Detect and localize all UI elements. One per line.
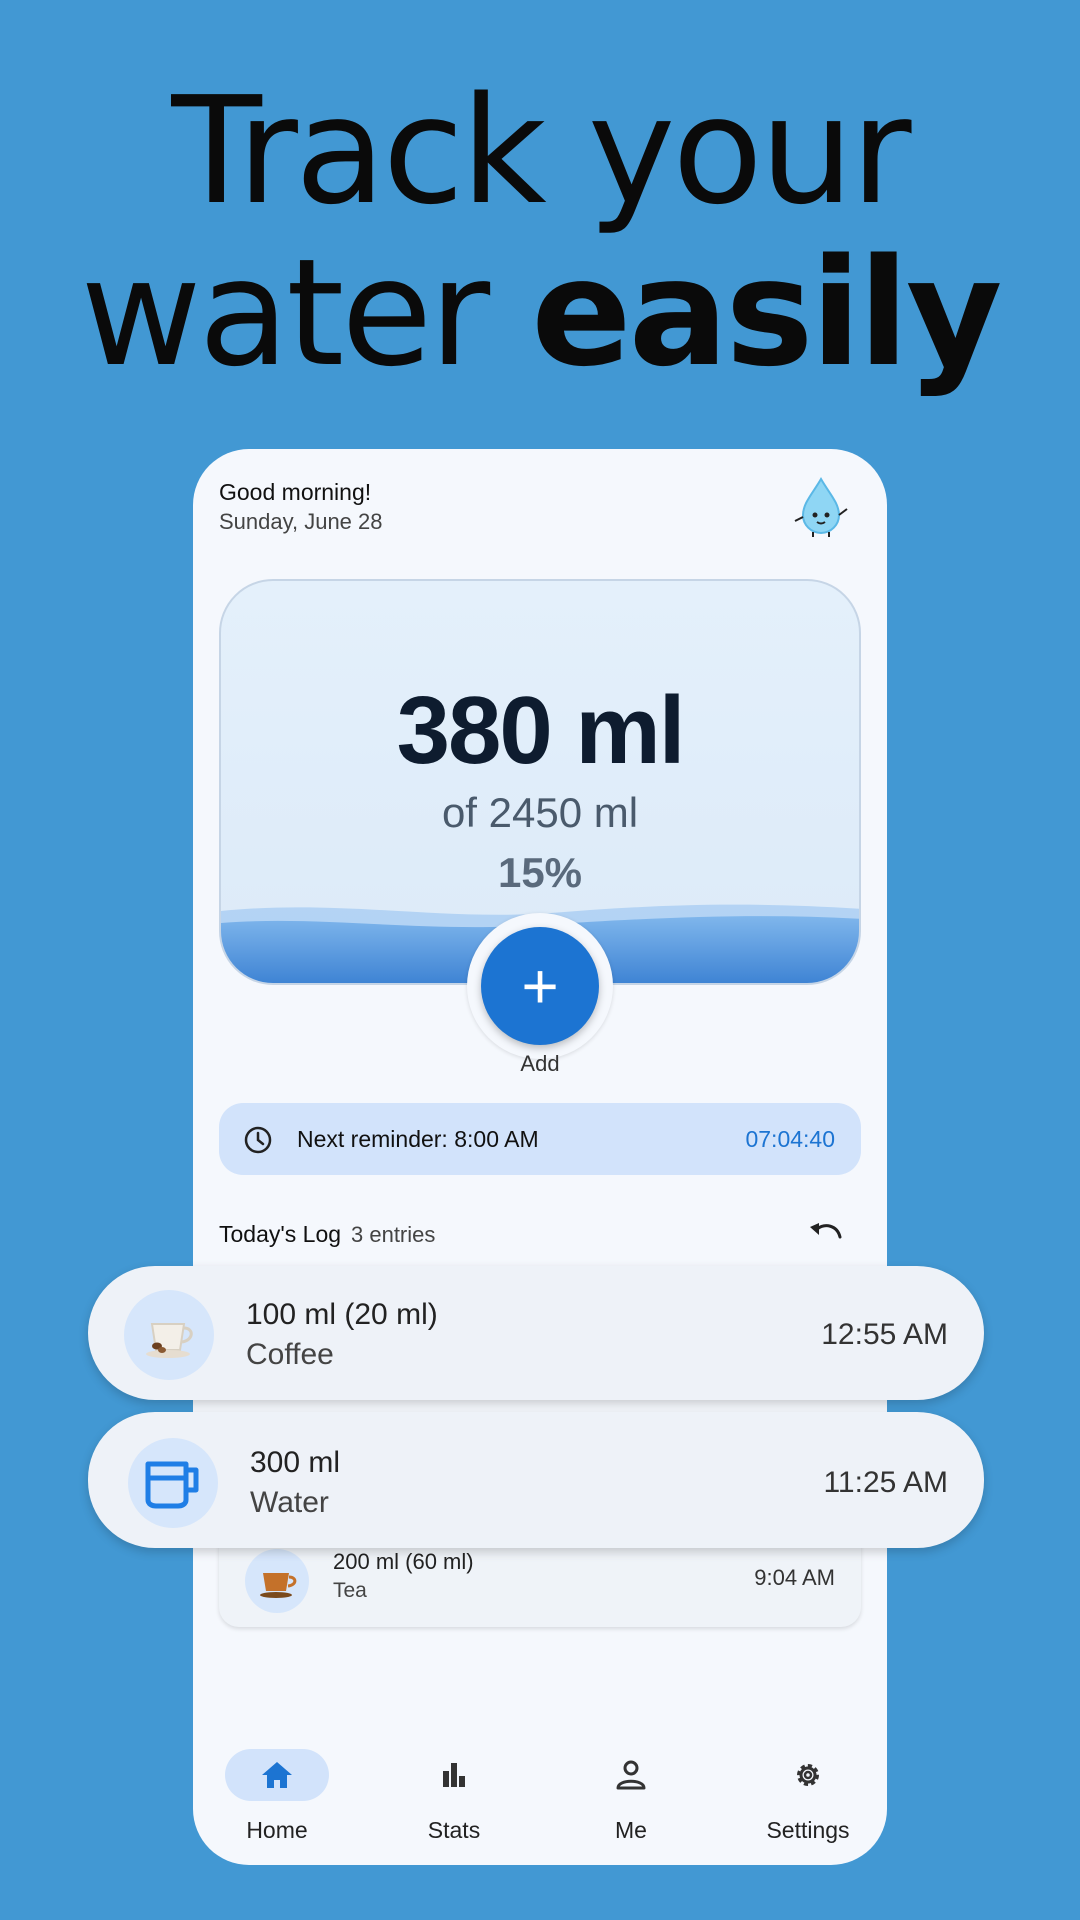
nav-stats[interactable]: Stats (384, 1749, 524, 1865)
entry-time: 12:55 AM (821, 1318, 948, 1351)
log-count: 3 entries (351, 1222, 436, 1247)
nav-settings-label: Settings (766, 1817, 850, 1843)
entry-amount: 100 ml (20 ml) (246, 1298, 438, 1331)
tea-cup-icon (245, 1549, 309, 1613)
nav-home-label: Home (246, 1817, 308, 1843)
home-icon (262, 1762, 292, 1788)
bottom-nav: Home Stats Me Settings (193, 1749, 887, 1865)
entry-time: 11:25 AM (823, 1466, 948, 1499)
nav-me[interactable]: Me (561, 1749, 701, 1865)
entry-amount: 200 ml (60 ml) (333, 1549, 474, 1574)
log-entry-water[interactable]: 300 ml Water 11:25 AM (88, 1412, 984, 1548)
entry-kind: Coffee (246, 1338, 334, 1371)
clock-icon (244, 1126, 272, 1154)
headline-light: water (80, 227, 532, 399)
greeting-date: Sunday, June 28 (219, 509, 383, 534)
add-drink-button[interactable]: + (481, 927, 599, 1045)
headline-line-1: Track your (171, 65, 911, 237)
coffee-cup-icon (124, 1290, 214, 1380)
log-title: Today's Log (219, 1221, 342, 1247)
water-cup-icon (128, 1438, 218, 1528)
undo-icon[interactable] (807, 1219, 843, 1249)
entry-time: 9:04 AM (754, 1565, 835, 1590)
headline-bold: easily (531, 227, 1002, 399)
reminder-countdown: 07:04:40 (745, 1126, 835, 1152)
log-entry-coffee[interactable]: 100 ml (20 ml) Coffee 12:55 AM (88, 1266, 984, 1400)
add-button-label: Add (520, 1051, 560, 1076)
phone-screen: Good morning! Sunday, June 28 380 ml of … (193, 449, 887, 1865)
nav-settings[interactable]: Settings (738, 1749, 878, 1865)
intake-goal: of 2450 ml (441, 789, 639, 836)
water-drop-mascot-icon[interactable] (791, 475, 851, 539)
nav-me-label: Me (615, 1817, 647, 1843)
entry-kind: Tea (333, 1579, 367, 1602)
intake-percent: 15% (497, 849, 583, 896)
intake-amount: 380 ml (396, 677, 686, 784)
bar-chart-icon (443, 1763, 465, 1787)
nav-stats-label: Stats (427, 1817, 481, 1843)
reminder-text: Next reminder: 8:00 AM (297, 1126, 539, 1152)
nav-home[interactable]: Home (207, 1749, 347, 1865)
headline: Track your water easily (0, 70, 1080, 394)
greeting-title: Good morning! (219, 479, 372, 505)
gear-icon (797, 1764, 819, 1786)
entry-kind: Water (250, 1486, 329, 1519)
reminder-banner[interactable]: Next reminder: 8:00 AM 07:04:40 (219, 1103, 861, 1175)
entry-amount: 300 ml (250, 1446, 341, 1479)
person-icon (616, 1760, 646, 1790)
headline-line-2: water easily (0, 232, 1080, 394)
